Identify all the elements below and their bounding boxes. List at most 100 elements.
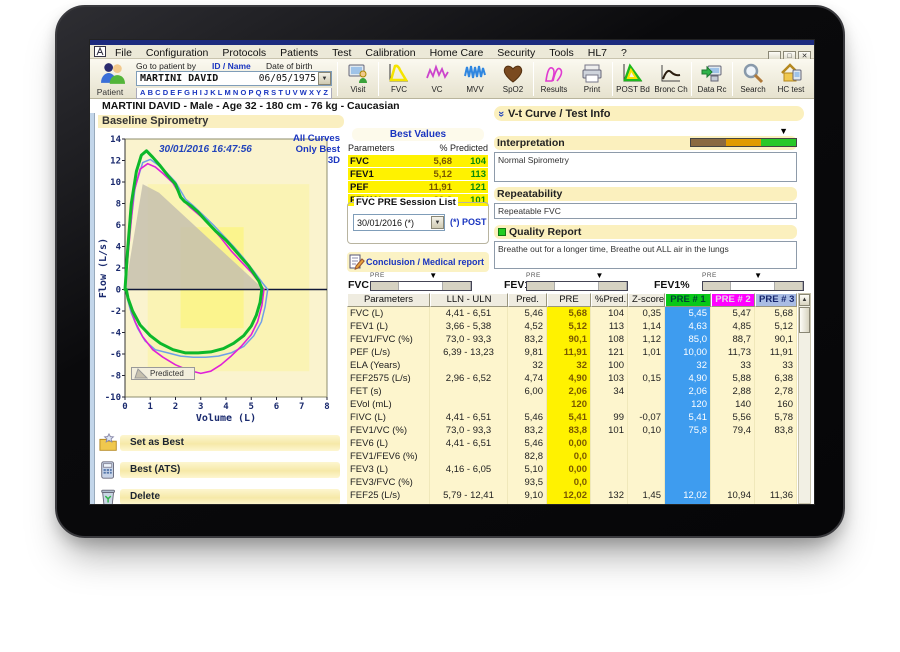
alpha-c[interactable]: C (155, 88, 160, 98)
col-header-pre[interactable]: PRE (547, 293, 591, 307)
alpha-t[interactable]: T (278, 88, 283, 98)
table-row-fef2575-l-s[interactable]: FEF2575 (L/s)2,96 - 6,524,744,901030,154… (347, 372, 797, 385)
col-header-pre-2[interactable]: PRE # 2 (711, 293, 755, 307)
col-header-pre-3[interactable]: PRE # 3 (755, 293, 797, 307)
table-row-fef25-l-s[interactable]: FEF25 (L/s)5,79 - 12,419,1012,021321,451… (347, 489, 797, 502)
vc-button[interactable]: VC (418, 60, 456, 98)
menu-protocols[interactable]: Protocols (215, 47, 273, 59)
alpha-i[interactable]: I (200, 88, 202, 98)
alpha-o[interactable]: O (240, 88, 246, 98)
vt-curve-header[interactable]: » V-t Curve / Test Info (494, 106, 804, 121)
interpretation-textbox[interactable]: Normal Spirometry (494, 152, 797, 182)
table-row-fev1-l[interactable]: FEV1 (L)3,66 - 5,384,525,121131,144,634,… (347, 320, 797, 333)
col-header-parameters[interactable]: Parameters (347, 293, 430, 307)
alpha-q[interactable]: Q (256, 88, 262, 98)
table-row-ela-years[interactable]: ELA (Years)3232100323333 (347, 359, 797, 372)
mvv-button[interactable]: MVV (456, 60, 494, 98)
hc-test-button[interactable]: HC test (772, 60, 810, 98)
menu-tools[interactable]: Tools (542, 47, 581, 59)
patient-name-value[interactable]: MARTINI DAVID (137, 73, 259, 84)
menu-configuration[interactable]: Configuration (139, 47, 215, 59)
alpha-a[interactable]: A (140, 88, 145, 98)
table-row-fivc-l[interactable]: FIVC (L)4,41 - 6,515,465,4199-0,075,415,… (347, 411, 797, 424)
patient-icon[interactable] (97, 61, 129, 85)
alpha-g[interactable]: G (184, 88, 190, 98)
table-row-fet-s[interactable]: FET (s)6,002,06342,062,882,78 (347, 385, 797, 398)
col-header-pred[interactable]: %Pred. (591, 293, 628, 307)
alpha-p[interactable]: P (248, 88, 253, 98)
session-select[interactable]: 30/01/2016 (*) ▼ (353, 214, 445, 231)
alpha-k[interactable]: K (210, 88, 215, 98)
table-row-partial[interactable] (347, 502, 797, 504)
repeatability-textbox[interactable]: Repeatable FVC (494, 203, 797, 219)
alpha-b[interactable]: B (148, 88, 153, 98)
col-header-z-score[interactable]: Z-score (628, 293, 665, 307)
alpha-e[interactable]: E (170, 88, 175, 98)
panel-splitter[interactable] (90, 113, 95, 504)
menu-patients[interactable]: Patients (273, 47, 325, 59)
alpha-w[interactable]: W (300, 88, 307, 98)
table-row-fev1-fev6[interactable]: FEV1/FEV6 (%)82,80,0 (347, 450, 797, 463)
id-name-label[interactable]: ID / Name (212, 61, 251, 71)
link-3d[interactable]: 3D (293, 155, 340, 166)
best-ats-button[interactable]: Best (ATS) (98, 460, 340, 480)
col-header-pred[interactable]: Pred. (508, 293, 547, 307)
alpha-m[interactable]: M (225, 88, 231, 98)
table-row-pef-l-s[interactable]: PEF (L/s)6,39 - 13,239,8111,911211,0110,… (347, 346, 797, 359)
fvc-button[interactable]: FVC (380, 60, 418, 98)
set-as-best-button[interactable]: Set as Best (98, 433, 340, 453)
patient-dob-value[interactable]: 06/05/1975 (259, 73, 318, 84)
table-scrollbar[interactable]: ▲ (798, 293, 811, 504)
print-button[interactable]: Print (573, 60, 611, 98)
link-all-curves[interactable]: All Curves (293, 133, 340, 144)
table-row-fev3-l[interactable]: FEV3 (L)4,16 - 6,055,100,00 (347, 463, 797, 476)
menu-calibration[interactable]: Calibration (358, 47, 422, 59)
search-button[interactable]: Search (734, 60, 772, 98)
session-dropdown-button[interactable]: ▼ (431, 216, 444, 229)
alpha-v[interactable]: V (293, 88, 298, 98)
alpha-n[interactable]: N (233, 88, 238, 98)
patient-button-label[interactable]: Patient (90, 87, 130, 97)
alpha-x[interactable]: X (309, 88, 314, 98)
alpha-h[interactable]: H (192, 88, 197, 98)
visit-button[interactable]: Visit (339, 60, 377, 98)
alpha-z[interactable]: Z (323, 88, 328, 98)
parameters-table[interactable]: ParametersLLN - ULNPred.PRE%Pred.Z-score… (347, 293, 797, 504)
table-row-fev3-fvc[interactable]: FEV3/FVC (%)93,50,0 (347, 476, 797, 489)
results-button[interactable]: Results (535, 60, 573, 98)
alpha-y[interactable]: Y (316, 88, 321, 98)
alpha-r[interactable]: R (264, 88, 269, 98)
chevron-expand-icon[interactable]: » (495, 107, 507, 121)
table-row-fvc-l[interactable]: FVC (L)4,41 - 6,515,465,681040,355,455,4… (347, 307, 797, 320)
scrollbar-thumb[interactable] (799, 307, 810, 333)
col-header-lln-uln[interactable]: LLN - ULN (430, 293, 508, 307)
data-rc-button[interactable]: Data Rc (693, 60, 731, 98)
col-header-pre-1[interactable]: PRE # 1 (665, 293, 711, 307)
alpha-j[interactable]: J (204, 88, 208, 98)
menu-test[interactable]: Test (325, 47, 358, 59)
post-bd-button[interactable]: POST Bd (614, 60, 652, 98)
alpha-u[interactable]: U (285, 88, 290, 98)
menu-home-care[interactable]: Home Care (423, 47, 491, 59)
alpha-f[interactable]: F (177, 88, 182, 98)
alpha-s[interactable]: S (271, 88, 276, 98)
patient-dropdown-button[interactable]: ▼ (318, 72, 331, 85)
table-row-fev1-vc[interactable]: FEV1/VC (%)73,0 - 93,383,283,81010,1075,… (347, 424, 797, 437)
alpha-d[interactable]: D (163, 88, 168, 98)
bronc-ch-button[interactable]: Bronc Ch (652, 60, 690, 98)
table-row-fev1-fvc[interactable]: FEV1/FVC (%)73,0 - 93,383,290,11081,1285… (347, 333, 797, 346)
link-only-best[interactable]: Only Best (293, 144, 340, 155)
conclusion-report-button[interactable]: Conclusion / Medical report (347, 252, 489, 272)
quality-textbox[interactable]: Breathe out for a longer time, Breathe o… (494, 241, 797, 269)
menu-security[interactable]: Security (490, 47, 542, 59)
menu-file[interactable]: File (108, 47, 139, 59)
delete-button[interactable]: Delete (98, 487, 340, 504)
menu-hl7[interactable]: HL7 (581, 47, 614, 59)
patient-search-input[interactable]: MARTINI DAVID 06/05/1975 ▼ (136, 71, 332, 86)
menu-item[interactable]: ? (614, 47, 634, 59)
spo2-button[interactable]: SpO2 (494, 60, 532, 98)
alpha-l[interactable]: L (218, 88, 223, 98)
table-row-fev6-l[interactable]: FEV6 (L)4,41 - 6,515,460,00 (347, 437, 797, 450)
scroll-up-button[interactable]: ▲ (799, 294, 810, 306)
table-row-evol-ml[interactable]: EVol (mL)120120140160 (347, 398, 797, 411)
